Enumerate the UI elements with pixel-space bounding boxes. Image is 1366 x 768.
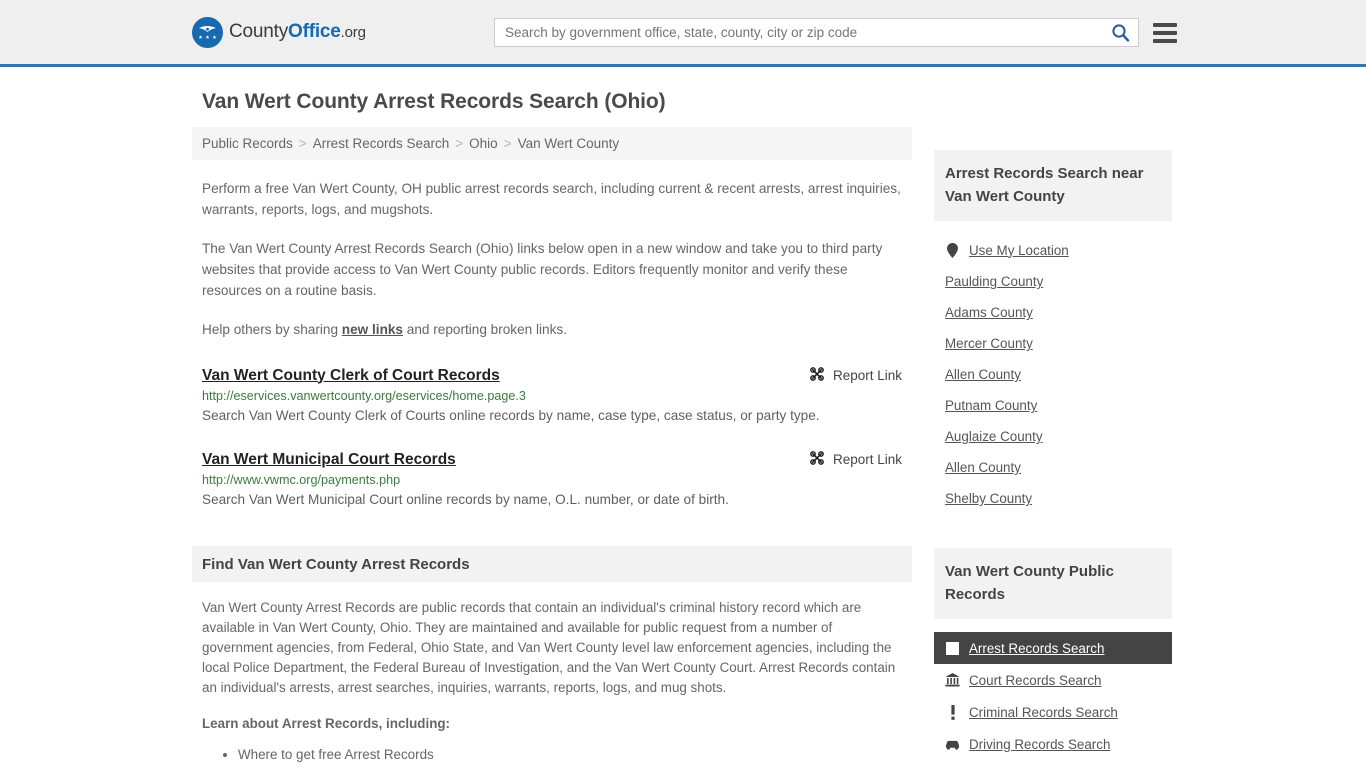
sidebar-item-mercer-county[interactable]: Mercer County <box>934 328 1172 359</box>
sidebar-item-label: Adams County <box>945 305 1033 320</box>
intro-paragraph-3: Help others by sharing new links and rep… <box>202 319 902 340</box>
sidebar-item-allen-county[interactable]: Allen County <box>934 359 1172 390</box>
sidebar-item-use-my-location[interactable]: Use My Location <box>934 234 1172 266</box>
report-link-button[interactable]: Report Link <box>809 450 902 469</box>
site-logo[interactable]: CountyOffice.org <box>192 16 366 48</box>
breadcrumb-separator: > <box>503 136 512 151</box>
exclamation-icon <box>945 704 960 720</box>
sidebar-item-arrest-records-search[interactable]: Arrest Records Search <box>934 632 1172 664</box>
car-icon <box>945 736 960 752</box>
report-link-label: Report Link <box>832 452 902 467</box>
sidebar-item-label: Putnam County <box>945 398 1038 413</box>
result-url-link[interactable]: http://eservices.vanwertcounty.org/eserv… <box>202 389 902 403</box>
find-section-body: Van Wert County Arrest Records are publi… <box>192 598 912 765</box>
breadcrumb-item-ohio[interactable]: Ohio <box>469 136 498 151</box>
sidebar-item-label: Auglaize County <box>945 429 1043 444</box>
public-records-heading: Van Wert County Public Records <box>934 548 1172 619</box>
new-links-link[interactable]: new links <box>342 322 403 337</box>
breadcrumb-separator: > <box>298 136 307 151</box>
public-records-list: Arrest Records Search Court Records Sear… <box>934 632 1172 768</box>
search-icon[interactable] <box>1111 23 1130 42</box>
public-records-panel: Van Wert County Public Records Arrest Re… <box>934 548 1172 768</box>
intro-p3-before: Help others by sharing <box>202 322 342 337</box>
arrest-record-icon <box>945 640 960 656</box>
breadcrumb-item-van-wert-county[interactable]: Van Wert County <box>518 136 620 151</box>
logo-text-county: County <box>229 21 289 42</box>
eagle-seal-logo-icon <box>192 16 223 48</box>
result-title-link[interactable]: Van Wert County Clerk of Court Records <box>202 367 500 385</box>
learn-about-heading: Learn about Arrest Records, including: <box>202 716 451 731</box>
result-title-link[interactable]: Van Wert Municipal Court Records <box>202 451 456 469</box>
sidebar-item-label: Arrest Records Search <box>969 640 1105 656</box>
sidebar-item-jail-records-search[interactable]: Jail Records Search <box>934 760 1172 768</box>
page-columns: Public Records > Arrest Records Search >… <box>192 127 1174 768</box>
map-pin-icon <box>945 242 960 258</box>
page-title: Van Wert County Arrest Records Search (O… <box>202 90 666 113</box>
logo-text-office: Office <box>288 21 341 42</box>
sidebar-item-label: Criminal Records Search <box>969 704 1118 720</box>
learn-about-list: Where to get free Arrest Records <box>238 744 902 765</box>
main-content: Public Records > Arrest Records Search >… <box>192 127 912 765</box>
sidebar: Arrest Records Search near Van Wert Coun… <box>934 127 1172 768</box>
hamburger-menu-icon[interactable] <box>1153 22 1177 43</box>
list-item: Where to get free Arrest Records <box>238 744 902 765</box>
broken-link-icon <box>809 450 825 469</box>
breadcrumb-item-public-records[interactable]: Public Records <box>202 136 293 151</box>
sidebar-item-label: Shelby County <box>945 491 1033 506</box>
breadcrumb: Public Records > Arrest Records Search >… <box>192 127 912 160</box>
near-counties-list: Use My Location Paulding County Adams Co… <box>934 234 1172 514</box>
result-description: Search Van Wert Municipal Court online r… <box>202 492 729 507</box>
sidebar-item-paulding-county[interactable]: Paulding County <box>934 266 1172 297</box>
intro-paragraph-1: Perform a free Van Wert County, OH publi… <box>202 181 901 217</box>
site-header: CountyOffice.org <box>0 0 1366 67</box>
result-item: Van Wert County Clerk of Court Records R… <box>202 366 902 426</box>
near-counties-heading: Arrest Records Search near Van Wert Coun… <box>934 150 1172 221</box>
sidebar-item-label: Allen County <box>945 367 1021 382</box>
sidebar-item-shelby-county[interactable]: Shelby County <box>934 483 1172 514</box>
sidebar-item-auglaize-county[interactable]: Auglaize County <box>934 421 1172 452</box>
intro-section: Perform a free Van Wert County, OH publi… <box>192 178 912 340</box>
sidebar-item-putnam-county[interactable]: Putnam County <box>934 390 1172 421</box>
breadcrumb-separator: > <box>455 136 464 151</box>
search-box[interactable] <box>494 18 1139 47</box>
sidebar-item-label: Driving Records Search <box>969 736 1111 752</box>
breadcrumb-item-arrest-records-search[interactable]: Arrest Records Search <box>313 136 450 151</box>
sidebar-item-label: Allen County <box>945 460 1021 475</box>
report-link-label: Report Link <box>832 368 902 383</box>
hamburger-bar <box>1153 22 1177 27</box>
find-section-paragraph: Van Wert County Arrest Records are publi… <box>202 600 896 695</box>
find-section-header: Find Van Wert County Arrest Records <box>192 546 912 582</box>
intro-p3-after: and reporting broken links. <box>403 322 567 337</box>
result-item: Van Wert Municipal Court Records Report … <box>202 450 902 510</box>
sidebar-item-adams-county[interactable]: Adams County <box>934 297 1172 328</box>
sidebar-item-label: Paulding County <box>945 274 1044 289</box>
result-header: Van Wert County Clerk of Court Records R… <box>202 366 902 385</box>
sidebar-item-label: Court Records Search <box>969 672 1102 688</box>
logo-text-org: .org <box>340 24 366 41</box>
site-logo-text: CountyOffice.org <box>229 21 366 43</box>
sidebar-item-label: Mercer County <box>945 336 1033 351</box>
search-input[interactable] <box>505 25 1111 40</box>
report-link-button[interactable]: Report Link <box>809 366 902 385</box>
sidebar-item-criminal-records-search[interactable]: Criminal Records Search <box>934 696 1172 728</box>
result-header: Van Wert Municipal Court Records Report … <box>202 450 902 469</box>
result-description: Search Van Wert County Clerk of Courts o… <box>202 408 820 423</box>
intro-paragraph-2: The Van Wert County Arrest Records Searc… <box>202 241 883 298</box>
result-url-link[interactable]: http://www.vwmc.org/payments.php <box>202 473 902 487</box>
hamburger-bar <box>1153 30 1177 35</box>
result-links-list: Van Wert County Clerk of Court Records R… <box>192 366 912 510</box>
sidebar-item-allen-county-2[interactable]: Allen County <box>934 452 1172 483</box>
sidebar-item-court-records-search[interactable]: Court Records Search <box>934 664 1172 696</box>
page-container: Van Wert County Arrest Records Search (O… <box>0 90 1366 768</box>
find-section-heading: Find Van Wert County Arrest Records <box>202 555 470 573</box>
broken-link-icon <box>809 366 825 385</box>
hamburger-bar <box>1153 38 1177 43</box>
near-counties-panel: Arrest Records Search near Van Wert Coun… <box>934 150 1172 514</box>
sidebar-item-driving-records-search[interactable]: Driving Records Search <box>934 728 1172 760</box>
courthouse-icon <box>945 672 960 688</box>
header-search-zone <box>494 18 1177 47</box>
sidebar-item-label: Use My Location <box>969 242 1069 258</box>
